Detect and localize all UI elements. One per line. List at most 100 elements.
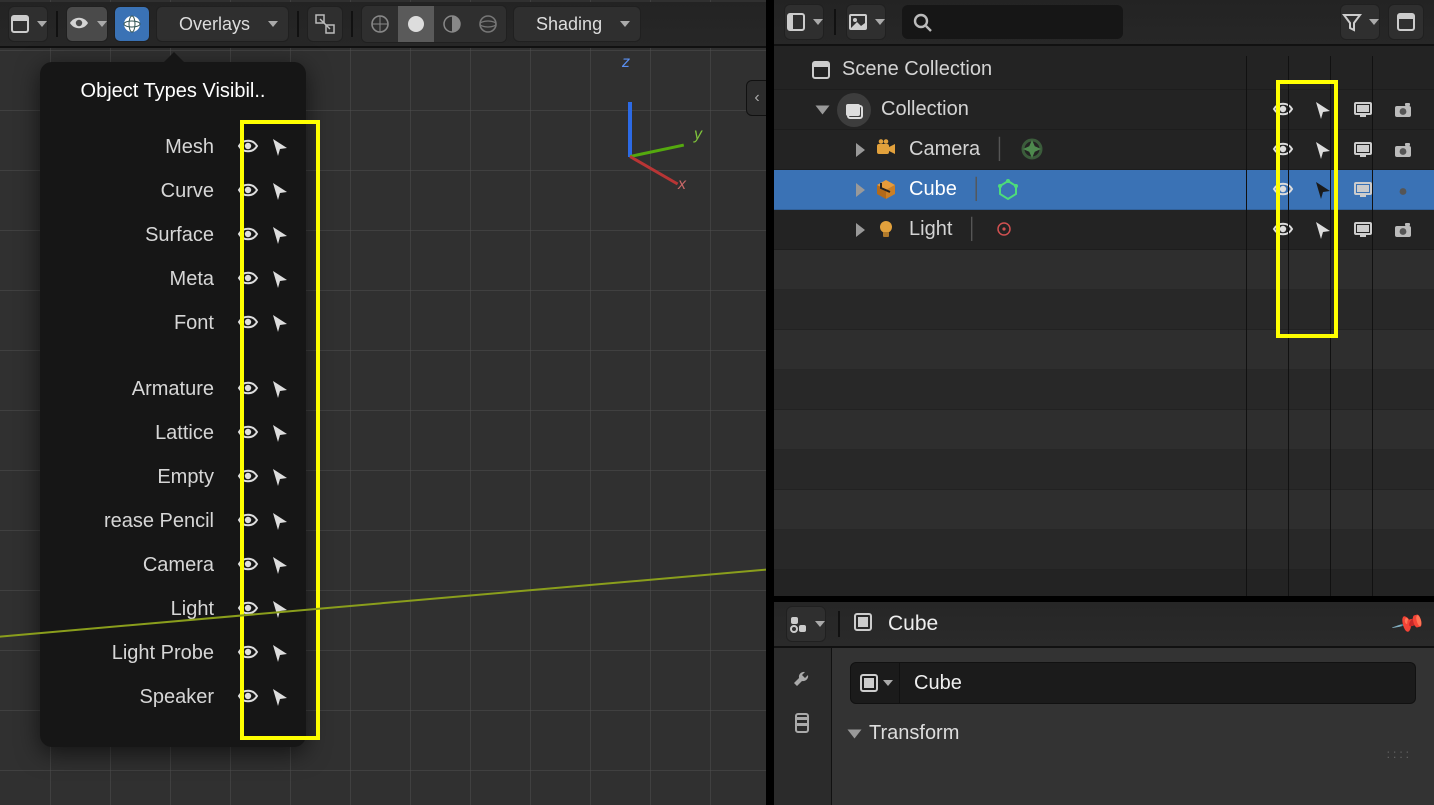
select-toggle[interactable]	[264, 642, 296, 664]
hide-toggle[interactable]	[1266, 99, 1300, 121]
visibility-button[interactable]	[66, 6, 108, 42]
select-toggle[interactable]	[1306, 139, 1340, 161]
outliner-editor-type-button[interactable]	[784, 4, 824, 40]
select-toggle[interactable]	[1306, 179, 1340, 201]
eye-toggle[interactable]	[232, 422, 264, 444]
drag-dots-icon[interactable]: ::::	[1387, 747, 1412, 761]
object-type-icon	[875, 138, 899, 162]
select-toggle[interactable]	[264, 598, 296, 620]
eye-toggle[interactable]	[232, 378, 264, 400]
type-label: Meta	[50, 268, 232, 291]
eye-toggle[interactable]	[232, 510, 264, 532]
properties-editor-type-button[interactable]	[786, 606, 826, 642]
eye-toggle[interactable]	[232, 180, 264, 202]
overlays-toggle[interactable]	[114, 6, 150, 42]
pin-icon[interactable]: 📌	[1390, 606, 1427, 642]
select-toggle[interactable]	[264, 268, 296, 290]
object-name-input[interactable]: Cube	[900, 662, 1416, 704]
type-label: Speaker	[50, 686, 232, 709]
visibility-row: Mesh	[50, 125, 296, 169]
eye-toggle[interactable]	[232, 268, 264, 290]
hide-toggle[interactable]	[1266, 179, 1300, 201]
select-toggle[interactable]	[264, 136, 296, 158]
shading-solid-button[interactable]	[398, 6, 434, 42]
eye-toggle[interactable]	[232, 554, 264, 576]
hide-toggle[interactable]	[1266, 139, 1300, 161]
expand-icon[interactable]	[856, 183, 865, 197]
properties-header-name: Cube	[888, 612, 938, 636]
eye-toggle[interactable]	[232, 312, 264, 334]
overlays-dropdown[interactable]: Overlays	[156, 6, 289, 42]
select-toggle[interactable]	[264, 554, 296, 576]
vertical-divider[interactable]	[766, 0, 774, 805]
shading-material-button[interactable]	[434, 6, 470, 42]
select-toggle[interactable]	[264, 510, 296, 532]
object-header-icon	[852, 611, 878, 637]
outliner-search-input[interactable]	[902, 5, 1123, 39]
select-toggle[interactable]	[264, 466, 296, 488]
editor-type-button[interactable]	[8, 6, 48, 42]
expand-icon[interactable]	[848, 729, 862, 738]
display-mode-button[interactable]	[846, 4, 886, 40]
select-toggle[interactable]	[264, 378, 296, 400]
render-toggle[interactable]	[1386, 219, 1420, 241]
type-label: Surface	[50, 224, 232, 247]
select-toggle[interactable]	[264, 180, 296, 202]
tab-render-icon[interactable]	[791, 712, 815, 736]
viewport-toggle[interactable]	[1346, 179, 1380, 201]
object-datablock-button[interactable]	[850, 662, 900, 704]
popup-title: Object Types Visibil..	[50, 80, 296, 103]
outliner-header	[774, 0, 1434, 46]
select-toggle[interactable]	[1306, 219, 1340, 241]
tree-row-object[interactable]: Camera │	[774, 130, 1434, 170]
eye-toggle[interactable]	[232, 136, 264, 158]
collapse-sidebar-tab[interactable]: ‹	[746, 80, 766, 116]
eye-toggle[interactable]	[232, 642, 264, 664]
select-toggle[interactable]	[264, 422, 296, 444]
object-type-icon	[875, 218, 899, 242]
tree-row-object[interactable]: Light │	[774, 210, 1434, 250]
render-toggle[interactable]	[1386, 139, 1420, 161]
transform-panel-header[interactable]: Transform	[850, 722, 1416, 745]
shading-wire-button[interactable]	[362, 6, 398, 42]
type-label: Mesh	[50, 136, 232, 159]
select-toggle[interactable]	[264, 224, 296, 246]
type-label: Light Probe	[50, 642, 232, 665]
select-toggle[interactable]	[264, 312, 296, 334]
select-toggle[interactable]	[1306, 99, 1340, 121]
eye-toggle[interactable]	[232, 466, 264, 488]
expand-icon[interactable]	[856, 143, 865, 157]
render-toggle[interactable]	[1386, 179, 1420, 201]
axis-gizmo[interactable]: z y x	[600, 60, 720, 180]
viewport-toggle[interactable]	[1346, 139, 1380, 161]
shading-rendered-button[interactable]	[470, 6, 506, 42]
expand-icon[interactable]	[856, 223, 865, 237]
object-data-icon	[993, 218, 1017, 242]
outliner-tree[interactable]: Scene Collection Collection Camera	[774, 46, 1434, 570]
visibility-row: Surface	[50, 213, 296, 257]
properties-tabs	[774, 648, 832, 805]
tab-tool-icon[interactable]	[791, 668, 815, 692]
hide-toggle[interactable]	[1266, 219, 1300, 241]
tree-row-collection[interactable]: Collection	[774, 90, 1434, 130]
select-toggle[interactable]	[264, 686, 296, 708]
eye-toggle[interactable]	[232, 224, 264, 246]
tree-row-scene-collection[interactable]: Scene Collection	[774, 50, 1434, 90]
viewport-toggle[interactable]	[1346, 219, 1380, 241]
viewport-3d[interactable]: Overlays Shading z y x ‹ Object Types Vi…	[0, 0, 766, 805]
shading-label: Shading	[524, 14, 614, 35]
viewport-toggle[interactable]	[1346, 99, 1380, 121]
object-type-icon	[875, 178, 899, 202]
expand-icon[interactable]	[816, 105, 830, 114]
tree-row-object[interactable]: Cube │	[774, 170, 1434, 210]
type-label: Empty	[50, 466, 232, 489]
object-data-icon	[1021, 138, 1045, 162]
xray-button[interactable]	[307, 6, 343, 42]
render-toggle[interactable]	[1386, 99, 1420, 121]
eye-toggle[interactable]	[232, 598, 264, 620]
visibility-row: Curve	[50, 169, 296, 213]
new-collection-button[interactable]	[1388, 4, 1424, 40]
shading-dropdown[interactable]: Shading	[513, 6, 641, 42]
filter-button[interactable]	[1340, 4, 1380, 40]
eye-toggle[interactable]	[232, 686, 264, 708]
